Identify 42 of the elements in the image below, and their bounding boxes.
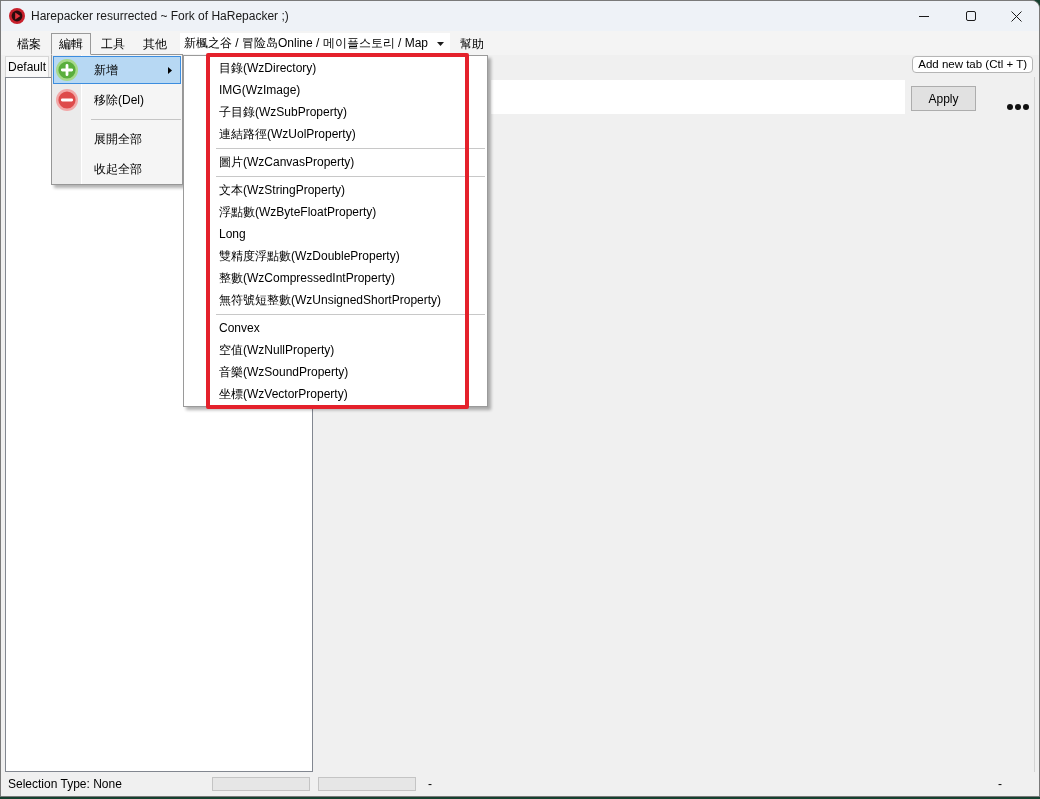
menu-item[interactable]: 編輯 [51,33,91,55]
menu-item[interactable]: 收起全部 [53,155,181,183]
menu-item[interactable]: 坐標(WzVectorProperty) [211,383,465,405]
menu-item[interactable]: 無符號短整數(WzUnsignedShortProperty) [211,289,465,311]
menu-item[interactable]: 展開全部 [53,125,181,153]
menu-item[interactable]: Long [211,223,465,245]
submenu-arrow-icon [168,66,172,74]
menu-item[interactable]: IMG(WzImage) [211,79,465,101]
menu-item[interactable]: 浮點數(WzByteFloatProperty) [211,201,465,223]
menu-item[interactable]: 工具 [93,33,133,55]
menu-item[interactable]: 子目錄(WzSubProperty) [211,101,465,123]
menu-item[interactable]: 空值(WzNullProperty) [211,339,465,361]
menu-item[interactable]: 音樂(WzSoundProperty) [211,361,465,383]
map-dropdown[interactable]: 新楓之谷 / 冒险岛Online / 메이플스토리 / Map [180,33,450,54]
plus-icon [56,59,78,81]
menu-item[interactable]: 連結路徑(WzUolProperty) [211,123,465,145]
menu-item[interactable]: 雙精度浮點數(WzDoubleProperty) [211,245,465,267]
status-text: - [998,777,1002,791]
close-icon[interactable] [1011,10,1022,22]
window-title: Harepacker resurrected ~ Fork of HaRepacker ;) [31,9,289,23]
minus-icon [56,89,78,111]
menu-item[interactable]: 新增 [53,56,181,84]
menu-item[interactable]: 檔案 [9,33,49,55]
value-field[interactable] [491,80,905,114]
menu-item[interactable]: 整數(WzCompressedIntProperty) [211,267,465,289]
menu-item[interactable]: 幫助 [452,33,492,55]
add-tab-button[interactable]: Add new tab (Ctl + T) [912,56,1033,73]
menu-item[interactable]: 圖片(WzCanvasProperty) [211,151,465,173]
menu-item[interactable]: Convex [211,317,465,339]
caret-icon [437,41,444,46]
minimize-icon[interactable] [919,15,929,17]
apply-button[interactable]: Apply [911,86,976,111]
menu-item[interactable]: 文本(WzStringProperty) [211,179,465,201]
menu-item[interactable]: 其他 [135,33,175,55]
maximize-icon[interactable] [966,11,976,21]
ellipsis-icon[interactable] [1007,104,1029,110]
app-icon [9,8,25,24]
status-text: - [428,777,432,791]
menu-item[interactable]: 目錄(WzDirectory) [211,57,465,79]
menu-item[interactable]: 移除(Del) [53,86,181,114]
tab[interactable]: Default [5,56,50,77]
status-text: Selection Type: None [8,777,123,791]
